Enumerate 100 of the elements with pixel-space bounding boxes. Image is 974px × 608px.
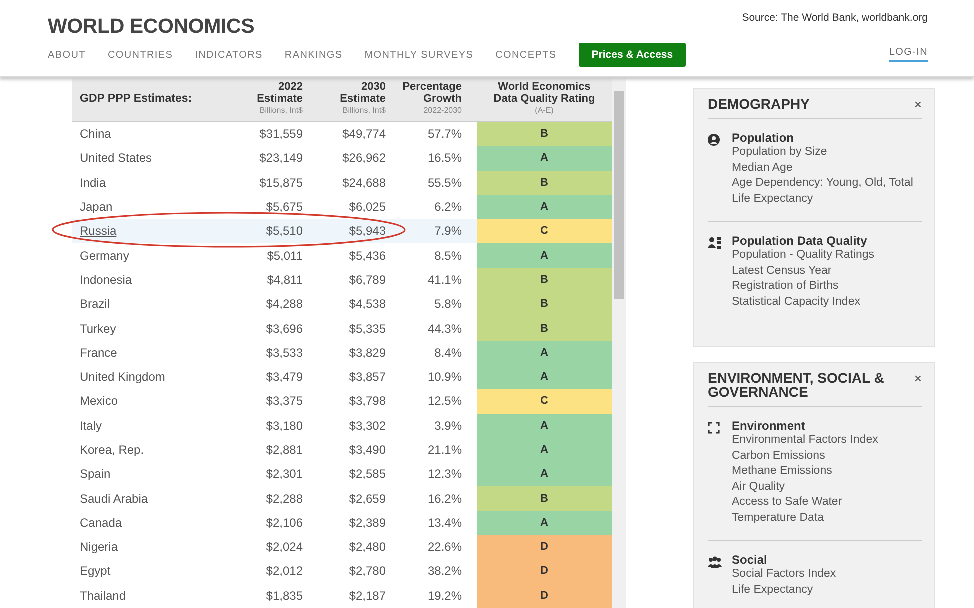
table-cell-text: 22.6% bbox=[426, 540, 463, 554]
country-name[interactable]: China bbox=[72, 127, 232, 142]
country-name[interactable]: Korea, Rep. bbox=[72, 443, 232, 457]
table-cell-text: $24,688 bbox=[342, 176, 387, 190]
table-cell-text: $2,480 bbox=[348, 540, 387, 554]
indicator-link[interactable]: Registration of Births bbox=[732, 279, 922, 294]
nav-link[interactable]: ABOUT bbox=[48, 50, 86, 60]
country-name[interactable]: United States bbox=[72, 151, 232, 166]
prices-access-button[interactable]: Prices & Access bbox=[578, 43, 686, 67]
table-cell-text: $2,389 bbox=[348, 516, 387, 530]
country-name[interactable]: Italy bbox=[72, 418, 232, 433]
rating-cell: B bbox=[477, 292, 612, 316]
rating-cell: A bbox=[477, 462, 612, 486]
rating-cell: A bbox=[477, 438, 612, 462]
indicator-link[interactable]: Social Factors Index bbox=[732, 567, 922, 582]
table-cell-text: $2,659 bbox=[348, 492, 387, 506]
panel-title: DEMOGRAPHY bbox=[708, 97, 810, 111]
login-link[interactable]: LOG-IN bbox=[889, 47, 928, 62]
table-cell-text: $6,025 bbox=[348, 200, 387, 214]
table-cell-text: $5,335 bbox=[348, 322, 387, 336]
indicator-link[interactable]: Methane Emissions bbox=[732, 464, 922, 480]
table-cell-text: $31,559 bbox=[258, 127, 304, 142]
country-name[interactable]: United Kingdom bbox=[72, 370, 232, 384]
rating-cell: A bbox=[477, 340, 612, 365]
table-cell-text: $2,881 bbox=[265, 443, 304, 457]
table-cell-text: $4,811 bbox=[266, 272, 304, 287]
table-row[interactable]: Russia $5,510 $5,943 7.9% C bbox=[72, 219, 612, 244]
indicator-link[interactable]: Population by Size bbox=[732, 145, 922, 160]
nav-link[interactable]: COUNTRIES bbox=[108, 50, 174, 60]
people-list-icon bbox=[708, 237, 722, 249]
column-header: Percentage Growth 2022-2030 bbox=[402, 81, 463, 117]
indicator-link[interactable]: Statistical Capacity Index bbox=[732, 294, 922, 310]
country-name[interactable]: France bbox=[72, 346, 232, 360]
table-cell-text: 57.7% bbox=[426, 127, 463, 142]
country-name[interactable]: Brazil bbox=[72, 297, 232, 312]
indicator-link[interactable]: Carbon Emissions bbox=[732, 448, 922, 464]
panel-title: ENVIRONMENT, SOCIAL & GOVERNANCE bbox=[708, 371, 884, 399]
close-button[interactable]: × bbox=[914, 371, 922, 385]
nav-link[interactable]: MONTHLY SURVEYS bbox=[364, 50, 474, 60]
table-cell-text: 8.5% bbox=[434, 248, 463, 263]
nav-link[interactable]: INDICATORS bbox=[195, 50, 263, 60]
indicator-link[interactable]: Life Expectancy bbox=[732, 582, 922, 598]
table-cell-text: $2,187 bbox=[348, 588, 387, 603]
site-logo[interactable]: WORLD ECONOMICS bbox=[48, 15, 742, 39]
group-heading: Population bbox=[732, 131, 795, 145]
table-cell-text: $3,533 bbox=[265, 346, 304, 360]
table-cell-text: $2,301 bbox=[265, 467, 304, 482]
rating-cell: A bbox=[477, 414, 612, 438]
nav-link[interactable]: RANKINGS bbox=[284, 50, 343, 60]
country-name[interactable]: Germany bbox=[72, 248, 232, 263]
indicator-link[interactable]: Latest Census Year bbox=[732, 264, 922, 279]
table-cell-text: $6,789 bbox=[348, 272, 387, 287]
country-name[interactable]: Turkey bbox=[72, 322, 232, 336]
table-cell-text: 16.2% bbox=[426, 492, 463, 506]
country-name[interactable]: Thailand bbox=[72, 588, 232, 603]
table-cell-text: $26,962 bbox=[342, 151, 387, 166]
country-name[interactable]: Indonesia bbox=[72, 272, 232, 287]
close-button[interactable]: × bbox=[914, 97, 922, 111]
rating-cell: B bbox=[477, 316, 612, 341]
rating-cell: D bbox=[477, 559, 612, 584]
indicator-link[interactable]: Environmental Factors Index bbox=[732, 433, 922, 448]
indicator-link[interactable]: Access to Safe Water bbox=[732, 495, 922, 510]
country-name[interactable]: Saudi Arabia bbox=[72, 492, 232, 506]
scrollbar[interactable] bbox=[612, 77, 626, 608]
country-name[interactable]: Spain bbox=[72, 467, 232, 482]
country-name[interactable]: Russia bbox=[72, 224, 232, 238]
indicator-link[interactable]: Age Dependency: Young, Old, Total bbox=[732, 176, 922, 192]
rating-cell: D bbox=[477, 535, 612, 560]
table-cell-text: $23,149 bbox=[258, 151, 304, 166]
table-cell-text: 5.8% bbox=[434, 297, 463, 312]
group-heading: Social bbox=[732, 553, 768, 567]
source-note: Source: The World Bank, worldbank.org bbox=[742, 12, 928, 24]
table-cell-text: $5,436 bbox=[348, 248, 387, 263]
table-cell-text: $5,675 bbox=[265, 200, 304, 214]
table-cell-text: 7.9% bbox=[434, 224, 463, 238]
group-heading: Population Data Quality bbox=[732, 234, 868, 248]
indicator-link[interactable]: Population - Quality Ratings bbox=[732, 248, 922, 264]
table-cell-text: $2,024 bbox=[265, 540, 304, 554]
country-name[interactable]: Canada bbox=[72, 516, 232, 530]
country-name[interactable]: Japan bbox=[72, 200, 232, 214]
country-name[interactable]: India bbox=[72, 176, 232, 190]
table-cell-text: 12.5% bbox=[426, 394, 463, 408]
country-name[interactable]: Egypt bbox=[72, 564, 232, 578]
table-title: GDP PPP Estimates: bbox=[79, 93, 194, 105]
nav-link[interactable]: CONCEPTS bbox=[496, 50, 557, 60]
country-name[interactable]: Mexico bbox=[72, 394, 232, 408]
table-cell-text: $3,479 bbox=[265, 370, 304, 384]
table-cell-text: 21.1% bbox=[426, 443, 463, 457]
indicator-link[interactable]: Temperature Data bbox=[732, 510, 922, 526]
table-cell-text: $1,835 bbox=[265, 588, 304, 603]
indicator-link[interactable]: Median Age bbox=[732, 160, 922, 176]
indicator-link[interactable]: Air Quality bbox=[732, 480, 922, 495]
rating-cell: C bbox=[477, 389, 612, 414]
country-name[interactable]: Nigeria bbox=[72, 540, 232, 554]
table-cell-text: 12.3% bbox=[426, 467, 463, 482]
indicator-link[interactable]: Life Expectancy bbox=[732, 192, 922, 207]
frame-icon bbox=[708, 422, 720, 434]
table-cell-text: $3,180 bbox=[265, 418, 304, 433]
table-cell-text: 38.2% bbox=[426, 564, 463, 578]
rating-cell: B bbox=[477, 486, 612, 511]
